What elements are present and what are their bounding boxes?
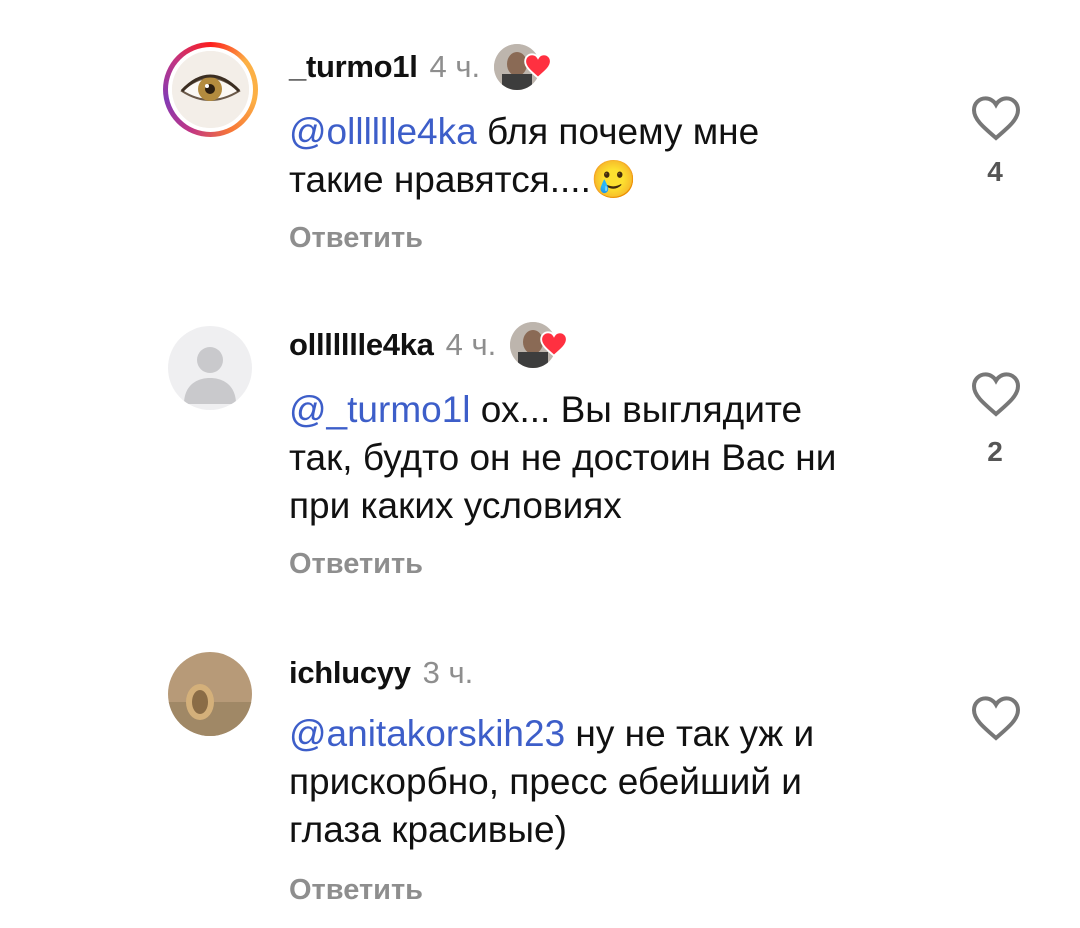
emoji: 🥲 <box>590 159 637 200</box>
comment-text-line: ох... Вы выглядите <box>470 389 803 430</box>
comment-header: ollllllle4ka 4 ч. <box>289 322 572 368</box>
like-count: 2 <box>987 436 1003 467</box>
heart-outline-icon[interactable] <box>970 94 1022 142</box>
comment-text-line: бля почему мне <box>476 111 760 152</box>
heart-filled-icon <box>540 331 568 357</box>
comment-header: ichlucyy 3 ч. <box>289 652 473 694</box>
reply-button[interactable]: Ответить <box>289 874 423 907</box>
comment-text-line: такие нравятся.... <box>289 159 591 200</box>
comment-text-line: при каких условиях <box>289 485 622 526</box>
comment-header: _turmo1l 4 ч. <box>289 44 556 90</box>
mention-link[interactable]: @anitakorskih23 <box>289 713 565 754</box>
comment-text: @_turmo1l ох... Вы выглядите так, будто … <box>289 386 909 530</box>
heart-outline-icon[interactable] <box>970 370 1022 418</box>
username[interactable]: _turmo1l <box>289 49 418 85</box>
mention-link[interactable]: @_turmo1l <box>289 389 471 430</box>
heart-outline-icon[interactable] <box>970 694 1022 742</box>
comment-text: @anitakorskih23 ну не так уж и прискорбн… <box>289 710 909 854</box>
reply-button[interactable]: Ответить <box>289 222 423 255</box>
username[interactable]: ollllllle4ka <box>289 327 434 363</box>
comment-text-line: прискорбно, пресс ебейший и <box>289 761 802 802</box>
liked-by-author-badge <box>494 44 556 90</box>
eye-avatar-image <box>172 51 249 128</box>
default-user-icon <box>184 347 236 404</box>
comment-text-line: ну не так уж и <box>565 713 815 754</box>
liked-by-author-badge <box>510 322 572 368</box>
comment-text-line: глаза красивые) <box>289 809 567 850</box>
avatar[interactable] <box>168 652 252 736</box>
heart-filled-icon <box>524 53 552 79</box>
username[interactable]: ichlucyy <box>289 655 411 691</box>
avatar[interactable] <box>168 326 252 410</box>
timestamp: 4 ч. <box>445 327 497 362</box>
avatar[interactable] <box>163 42 258 137</box>
mention-link[interactable]: @olllllle4ka <box>289 111 477 152</box>
timestamp: 4 ч. <box>429 49 481 84</box>
comment-text: @olllllle4ka бля почему мне такие нравят… <box>289 108 909 204</box>
like-count: 4 <box>987 156 1003 187</box>
comment-text-line: так, будто он не достоин Вас ни <box>289 437 837 478</box>
photo-avatar-image <box>168 652 252 736</box>
reply-button[interactable]: Ответить <box>289 548 423 581</box>
timestamp: 3 ч. <box>422 655 474 690</box>
